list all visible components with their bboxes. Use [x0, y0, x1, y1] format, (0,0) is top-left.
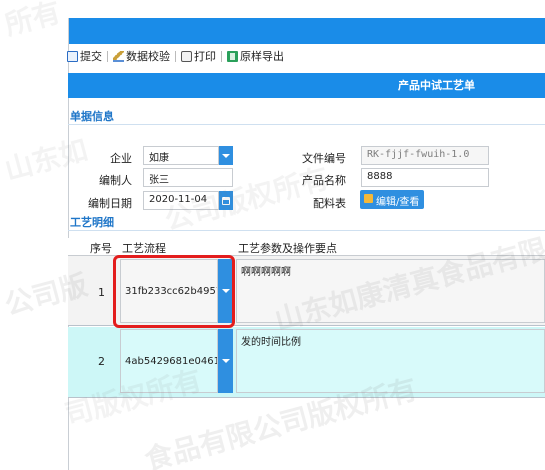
- row-seq: 2: [98, 355, 105, 368]
- document-title: 产品中试工艺单: [398, 79, 475, 92]
- enterprise-dropdown-button[interactable]: [219, 146, 233, 165]
- chevron-down-icon: [221, 359, 230, 363]
- flow-select[interactable]: 4ab5429681e0461f…: [120, 329, 218, 393]
- section-title-process: 工艺明细: [70, 216, 114, 229]
- params-textarea[interactable]: 啊啊啊啊啊: [236, 259, 545, 323]
- row-seq: 1: [98, 286, 105, 299]
- date-field[interactable]: 2020-11-04: [143, 191, 219, 210]
- enterprise-select[interactable]: 如康: [143, 146, 219, 165]
- formula-edit-button[interactable]: 编辑/查看: [360, 190, 425, 209]
- data-check-button[interactable]: 数据校验: [110, 48, 173, 64]
- formula-edit-button-label: 编辑/查看: [376, 197, 420, 208]
- export-icon: [227, 50, 238, 62]
- section-divider: [68, 230, 545, 231]
- creator-field[interactable]: 张三: [143, 168, 233, 187]
- params-textarea[interactable]: 发的时间比例: [236, 329, 545, 393]
- toolbar-separator: [175, 50, 176, 62]
- submit-icon: [67, 50, 78, 62]
- date-label: 编制日期: [88, 197, 132, 210]
- product-name-label: 产品名称: [302, 174, 346, 187]
- doc-no-field: RK-fjjf-fwuih-1.0: [361, 146, 489, 165]
- export-button-label: 原样导出: [240, 50, 284, 63]
- annotation-highlight-box: [113, 255, 235, 328]
- doc-no-label: 文件编号: [302, 152, 346, 165]
- toolbar-separator: [221, 50, 222, 62]
- section-title-doc-info: 单据信息: [70, 110, 114, 123]
- chevron-down-icon: [222, 153, 230, 158]
- table-row[interactable]: 2 4ab5429681e0461f… 发的时间比例: [68, 327, 545, 398]
- print-button-label: 打印: [194, 50, 216, 63]
- creator-label: 编制人: [99, 174, 132, 187]
- toolbar: 提交 数据校验 打印 原样导出: [64, 46, 545, 66]
- toolbar-separator: [107, 50, 108, 62]
- edit-icon: [364, 194, 373, 203]
- column-header-params: 工艺参数及操作要点: [238, 242, 337, 255]
- grid-header: 序号 工艺流程 工艺参数及操作要点: [68, 238, 545, 256]
- submit-button-label: 提交: [80, 50, 102, 63]
- print-icon: [181, 50, 192, 62]
- flow-dropdown-button[interactable]: [218, 329, 233, 393]
- submit-button[interactable]: 提交: [64, 48, 105, 64]
- column-header-seq: 序号: [90, 242, 112, 255]
- section-divider: [68, 124, 545, 125]
- product-name-field[interactable]: 8888: [361, 168, 489, 187]
- export-button[interactable]: 原样导出: [224, 48, 287, 64]
- check-icon: [113, 50, 124, 62]
- print-button[interactable]: 打印: [178, 48, 219, 64]
- column-header-flow: 工艺流程: [122, 242, 166, 255]
- formula-label: 配料表: [313, 197, 346, 210]
- data-check-button-label: 数据校验: [126, 50, 170, 63]
- enterprise-label: 企业: [110, 152, 132, 165]
- window-titlebar: [69, 18, 545, 44]
- date-picker-button[interactable]: [219, 191, 233, 210]
- calendar-icon: [222, 196, 230, 205]
